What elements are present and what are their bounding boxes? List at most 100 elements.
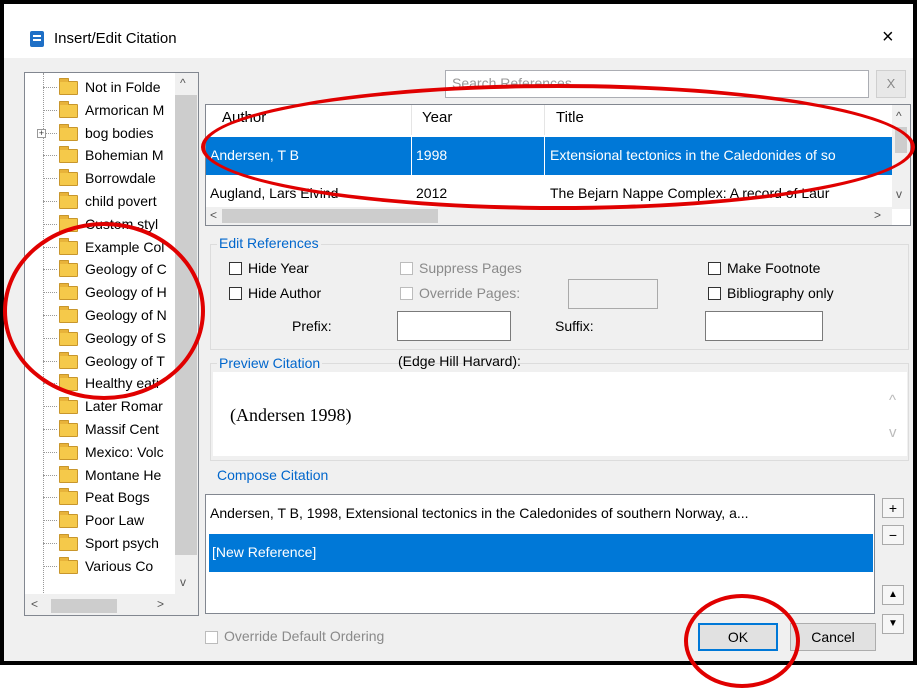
- tree-connector: [43, 497, 57, 499]
- tree-connector: [43, 406, 57, 408]
- preview-scroll-up-icon[interactable]: ^: [889, 392, 896, 409]
- prefix-label: Prefix:: [292, 318, 332, 334]
- folder-icon: [59, 465, 78, 483]
- tree-item-label: Massif Cent: [85, 421, 159, 437]
- list-item[interactable]: Andersen, T B, 1998, Extensional tectoni…: [210, 505, 870, 521]
- scroll-right-icon[interactable]: >: [874, 208, 881, 222]
- suppress-pages-checkbox[interactable]: [400, 262, 413, 275]
- tree-item-label: Armorican M: [85, 101, 165, 118]
- scroll-left-icon[interactable]: <: [31, 597, 38, 611]
- hide-author-label[interactable]: Hide Author: [248, 285, 321, 301]
- prefix-field[interactable]: [397, 311, 511, 341]
- make-footnote-label[interactable]: Make Footnote: [727, 260, 820, 276]
- annotation-circle: [684, 594, 800, 688]
- tree-item[interactable]: Borrowdale: [25, 168, 175, 190]
- bibliography-only-label[interactable]: Bibliography only: [727, 285, 834, 301]
- folder-icon: [59, 420, 78, 437]
- tree-item[interactable]: Armorican M: [25, 100, 175, 122]
- tree-item[interactable]: Various Co: [25, 556, 175, 578]
- tree-connector: [43, 87, 57, 88]
- scroll-right-icon[interactable]: >: [157, 597, 164, 611]
- tree-item-label: Montane He: [85, 466, 162, 483]
- tree-connector: [43, 223, 57, 225]
- folder-icon: [59, 123, 78, 141]
- tree-item-label: Mexico: Volc: [85, 443, 164, 460]
- folder-icon: [59, 192, 78, 209]
- tree-connector: [43, 520, 57, 522]
- expand-icon[interactable]: +: [37, 128, 46, 138]
- hide-year-label[interactable]: Hide Year: [248, 260, 309, 276]
- tree-item[interactable]: Poor Law: [25, 510, 175, 532]
- tree-item-label: Poor Law: [85, 512, 145, 529]
- move-up-button[interactable]: ▲: [882, 585, 904, 605]
- tree-item[interactable]: Not in Folde: [25, 77, 175, 99]
- suppress-pages-label: Suppress Pages: [419, 260, 522, 276]
- preview-citation-title: Preview Citation: [217, 355, 323, 371]
- move-down-button[interactable]: ▼: [882, 614, 904, 634]
- tree-item[interactable]: Bohemian M: [25, 145, 175, 167]
- tree-item-label: bog bodies: [85, 124, 154, 141]
- scroll-down-icon[interactable]: v: [896, 187, 902, 201]
- tree-connector: [43, 565, 57, 567]
- folder-icon: [59, 442, 78, 460]
- folder-icon: [59, 534, 78, 551]
- tree-item[interactable]: Mexico: Volc: [25, 442, 175, 464]
- folder-icon: [59, 488, 78, 506]
- tree-item-label: child povert: [85, 193, 157, 209]
- tree-connector: [43, 543, 57, 544]
- tree-item-label: Various Co: [85, 557, 154, 574]
- override-pages-label: Override Pages:: [419, 285, 521, 301]
- suffix-field[interactable]: [705, 311, 823, 341]
- compose-list[interactable]: Andersen, T B, 1998, Extensional tectoni…: [205, 494, 875, 614]
- folder-icon: [59, 146, 78, 164]
- hide-author-checkbox[interactable]: [229, 287, 242, 300]
- scroll-up-icon[interactable]: ^: [180, 76, 186, 90]
- annotation-circle: [3, 222, 205, 400]
- tree-connector: [43, 178, 57, 180]
- tree-item-label: Not in Folde: [85, 79, 161, 95]
- hide-year-checkbox[interactable]: [229, 262, 242, 275]
- close-icon[interactable]: ×: [882, 26, 894, 49]
- window-title: Insert/Edit Citation: [54, 30, 177, 47]
- tree-item[interactable]: Sport psych: [25, 533, 175, 555]
- scroll-up-icon[interactable]: ^: [896, 109, 902, 123]
- tree-item[interactable]: Massif Cent: [25, 419, 175, 441]
- tree-connector: [43, 429, 57, 430]
- tree-horizontal-thumb[interactable]: [51, 599, 117, 613]
- tree-item-label: Later Romar: [85, 398, 163, 415]
- folder-icon: [59, 169, 78, 187]
- tree-item[interactable]: + bog bodies: [25, 123, 175, 145]
- preview-citation-text: (Andersen 1998): [230, 405, 352, 425]
- tree-item[interactable]: Peat Bogs: [25, 487, 175, 509]
- citation-app-icon: [30, 31, 44, 47]
- add-citation-button[interactable]: +: [882, 498, 904, 518]
- folder-icon: [59, 556, 78, 574]
- override-pages-field[interactable]: [568, 279, 658, 309]
- bibliography-only-checkbox[interactable]: [708, 287, 721, 300]
- tree-connector: [43, 474, 57, 476]
- tree-connector: [43, 451, 57, 453]
- tree-item-label: Sport psych: [85, 535, 159, 551]
- tree-item-label: Bohemian M: [85, 147, 164, 164]
- scroll-down-icon[interactable]: v: [180, 575, 186, 589]
- cancel-button[interactable]: Cancel: [790, 623, 876, 651]
- list-item-label: [New Reference]: [212, 544, 317, 560]
- tree-item[interactable]: Montane He: [25, 465, 175, 487]
- scroll-left-icon[interactable]: <: [210, 208, 217, 222]
- tree-connector: [43, 155, 57, 157]
- override-ordering-checkbox[interactable]: [205, 631, 218, 644]
- remove-citation-button[interactable]: −: [882, 525, 904, 545]
- tree-connector: [43, 201, 57, 202]
- tree-connector: [43, 109, 57, 111]
- tree-item-label: Peat Bogs: [85, 489, 150, 506]
- folder-icon: [59, 78, 78, 95]
- folder-icon: [59, 100, 78, 118]
- make-footnote-checkbox[interactable]: [708, 262, 721, 275]
- compose-citation-title: Compose Citation: [215, 467, 331, 483]
- override-ordering-label: Override Default Ordering: [224, 628, 385, 644]
- refs-horizontal-thumb[interactable]: [222, 209, 438, 223]
- tree-item[interactable]: child povert: [25, 191, 175, 213]
- preview-scroll-down-icon[interactable]: v: [889, 424, 897, 441]
- override-pages-checkbox[interactable]: [400, 287, 413, 300]
- clear-search-button[interactable]: X: [876, 70, 906, 98]
